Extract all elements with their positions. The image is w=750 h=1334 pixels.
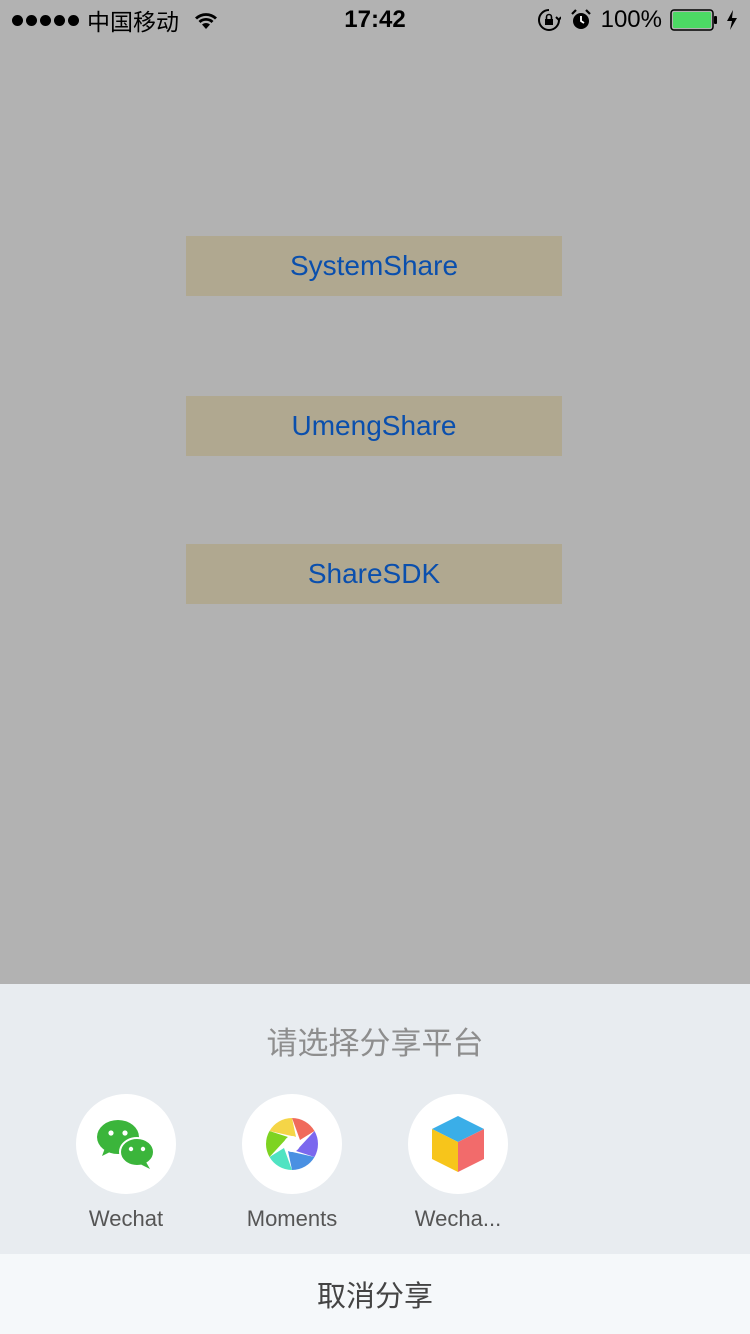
platform-label: Moments xyxy=(246,1206,338,1231)
sharesdk-button[interactable]: ShareSDK xyxy=(186,544,562,604)
system-share-button[interactable]: SystemShare xyxy=(186,236,562,296)
charging-icon xyxy=(727,10,737,30)
battery-icon xyxy=(670,9,717,31)
share-sheet: 请选择分享平台 Wechat Moments Wecha... 取消分享 xyxy=(0,984,750,1334)
status-right: 100% xyxy=(537,4,738,36)
umeng-share-button[interactable]: UmengShare xyxy=(186,396,562,456)
share-sheet-title: 请选择分享平台 xyxy=(266,1026,484,1062)
platform-wechat[interactable]: Wechat xyxy=(46,1094,206,1234)
moments-icon[interactable] xyxy=(242,1094,342,1194)
status-bar: 中国移动 17:42 100% xyxy=(0,0,750,40)
platform-label: Wecha... xyxy=(414,1206,502,1231)
platform-moments[interactable]: Moments xyxy=(212,1094,372,1234)
cancel-share-button[interactable]: 取消分享 xyxy=(0,1254,750,1334)
wechat-icon[interactable] xyxy=(76,1094,176,1194)
alarm-icon xyxy=(570,9,591,29)
platform-wechat-favorite[interactable]: Wecha... xyxy=(378,1094,538,1234)
wechat-favorite-icon[interactable] xyxy=(408,1094,508,1194)
battery-percent: 100% xyxy=(600,6,662,33)
rotation-lock-icon xyxy=(537,9,561,31)
platform-label: Wechat xyxy=(88,1206,164,1231)
